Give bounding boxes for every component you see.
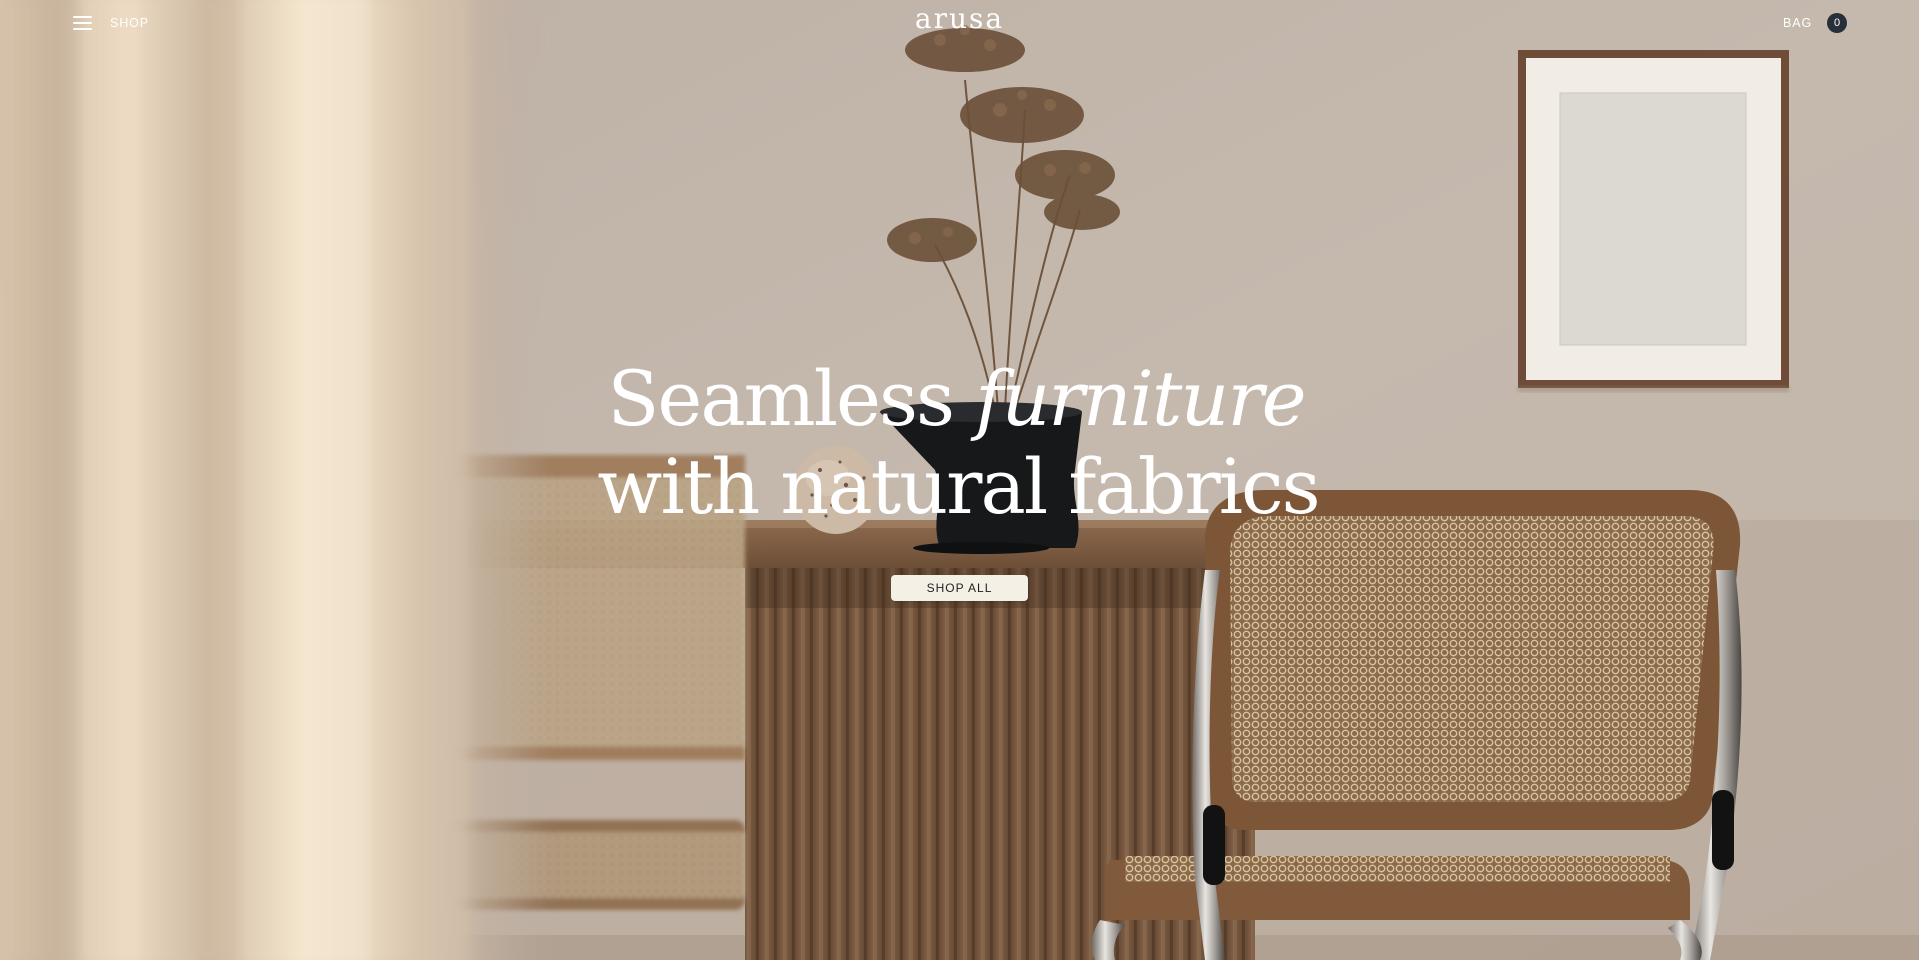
hero-headline-line-1: Seamless furniture: [0, 355, 1919, 443]
shop-link[interactable]: SHOP: [110, 16, 149, 30]
wall-frame: [1518, 50, 1789, 392]
shop-all-button[interactable]: SHOP ALL: [891, 575, 1028, 601]
hamburger-icon[interactable]: [73, 16, 92, 30]
brand-logo-wrapper: arusa: [0, 0, 1919, 38]
hero-headline-line-2: with natural fabrics: [597, 442, 1320, 531]
brand-logo[interactable]: arusa: [915, 2, 1004, 35]
hero-headline: Seamless furniture with natural fabrics: [0, 355, 1919, 531]
bag-count-badge[interactable]: 0: [1827, 13, 1847, 33]
bag-link[interactable]: BAG: [1783, 16, 1812, 30]
hero-section: SHOP arusa BAG 0 Seamless furniture with…: [0, 0, 1919, 960]
headline-regular-text: Seamless: [607, 354, 955, 443]
headline-italic-text: furniture: [975, 354, 1306, 443]
top-navigation: SHOP arusa BAG 0: [0, 0, 1919, 46]
